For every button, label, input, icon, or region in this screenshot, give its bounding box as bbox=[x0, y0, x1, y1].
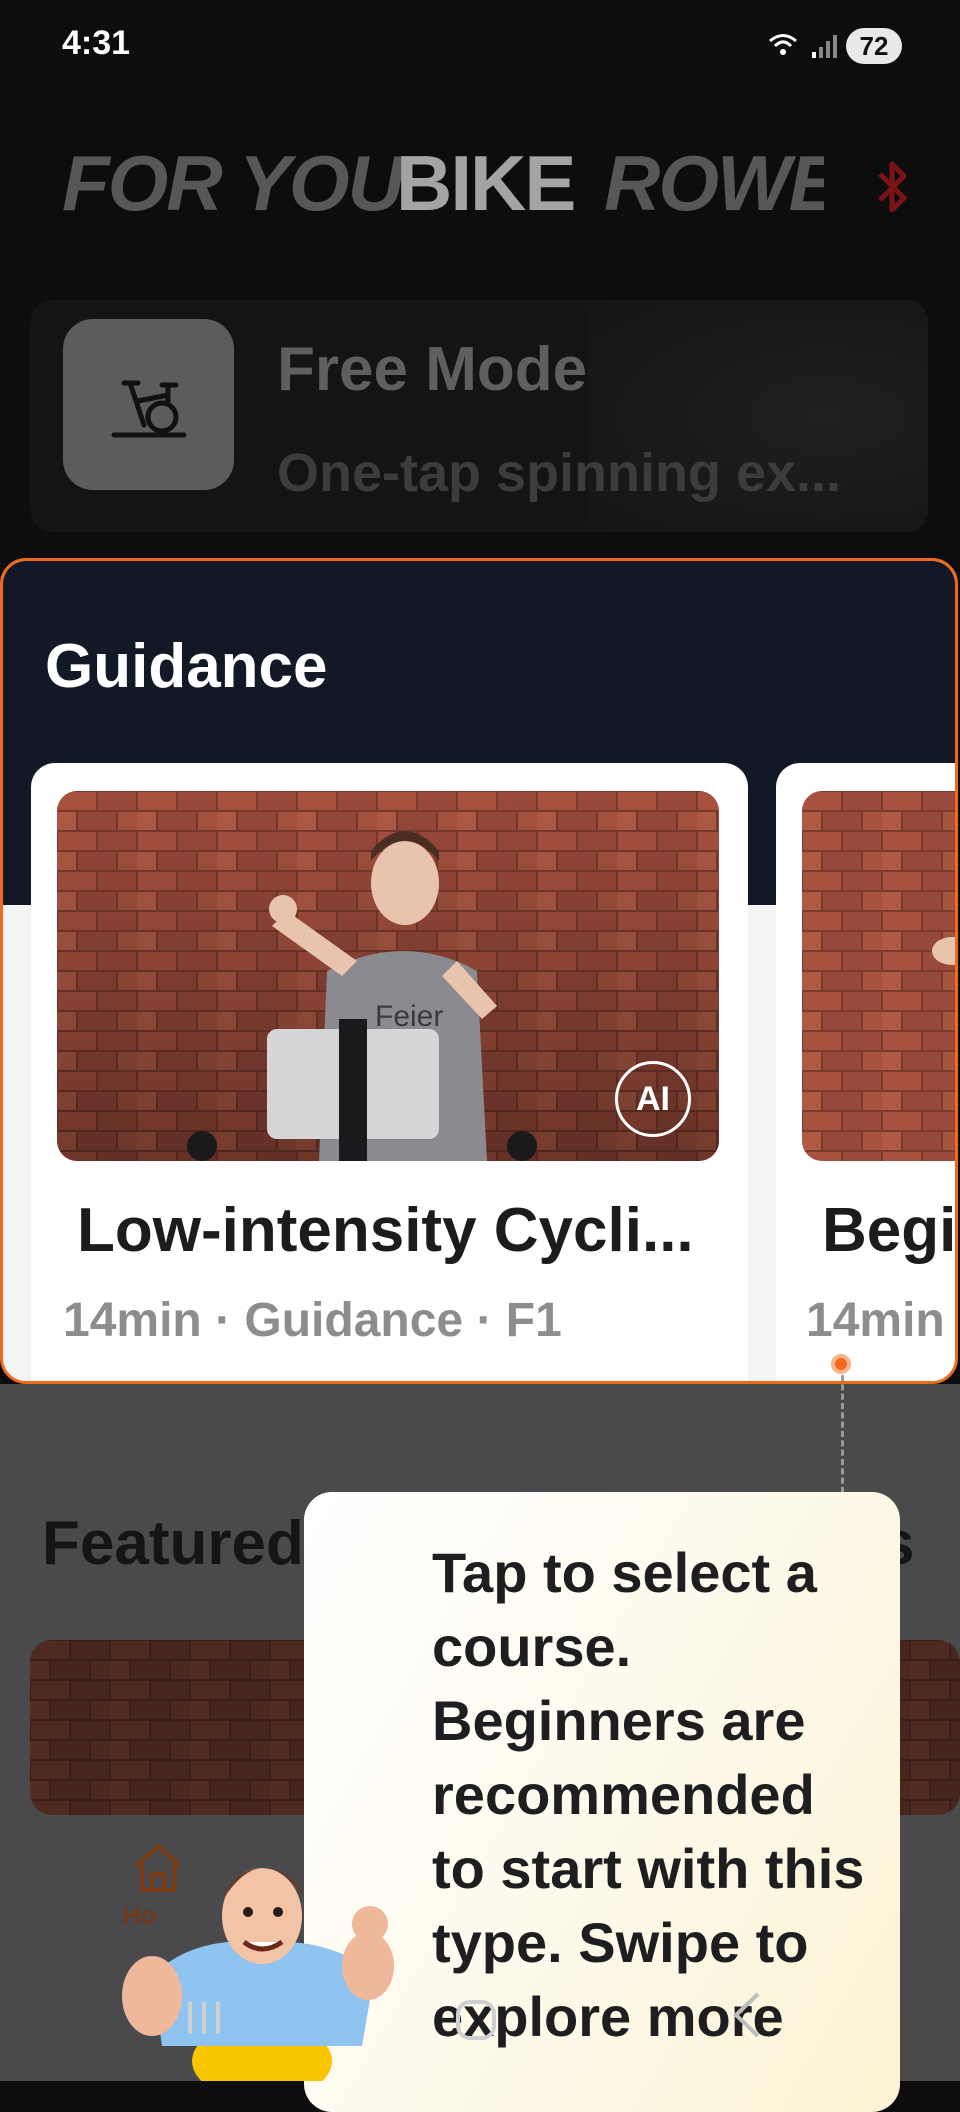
status-bar: 4:31 72 bbox=[0, 0, 960, 95]
course-title-next: Begi bbox=[822, 1196, 957, 1265]
course-thumbnail-next bbox=[802, 791, 955, 1161]
free-mode-subtitle: One-tap spinning ex... bbox=[277, 443, 842, 503]
cellular-signal-icon bbox=[812, 35, 837, 58]
battery-indicator: 72 bbox=[846, 28, 902, 64]
course-thumbnail: Feier AI bbox=[57, 791, 719, 1161]
exercise-bike-icon bbox=[63, 319, 234, 490]
course-meta-next: 14min bbox=[806, 1294, 945, 1347]
guidance-title: Guidance bbox=[45, 632, 328, 701]
tab-bike[interactable]: BIKE bbox=[396, 138, 576, 229]
course-meta: 14min · Guidance · F1 bbox=[63, 1294, 562, 1347]
shirt-logo: Feier bbox=[375, 1000, 443, 1033]
guidance-section: Guidance Feier AI Low-intensity Cycli...… bbox=[0, 558, 958, 1384]
featured-title: Featured bbox=[42, 1509, 304, 1578]
tab-for-you[interactable]: FOR YOU bbox=[62, 138, 404, 229]
mascot-illustration bbox=[122, 1867, 394, 2081]
ai-badge: AI bbox=[615, 1061, 691, 1137]
recent-apps-icon[interactable] bbox=[180, 1998, 228, 2038]
tooltip-anchor-dot bbox=[831, 1354, 851, 1374]
back-icon[interactable] bbox=[728, 1990, 768, 2040]
tooltip-text: Tap to select a course. Beginners are re… bbox=[432, 1541, 865, 2048]
tab-rower[interactable]: ROWER bbox=[604, 138, 824, 229]
status-time: 4:31 bbox=[62, 24, 131, 62]
course-card-next[interactable]: Begi 14min bbox=[776, 763, 957, 1381]
free-mode-title: Free Mode bbox=[277, 335, 588, 404]
bluetooth-icon[interactable] bbox=[876, 158, 910, 216]
tooltip-connector bbox=[841, 1375, 844, 1493]
course-card[interactable]: Feier AI Low-intensity Cycli... 14min · … bbox=[31, 763, 748, 1381]
wifi-icon bbox=[769, 34, 797, 55]
course-title: Low-intensity Cycli... bbox=[77, 1196, 694, 1265]
system-home-icon[interactable] bbox=[454, 1998, 498, 2042]
